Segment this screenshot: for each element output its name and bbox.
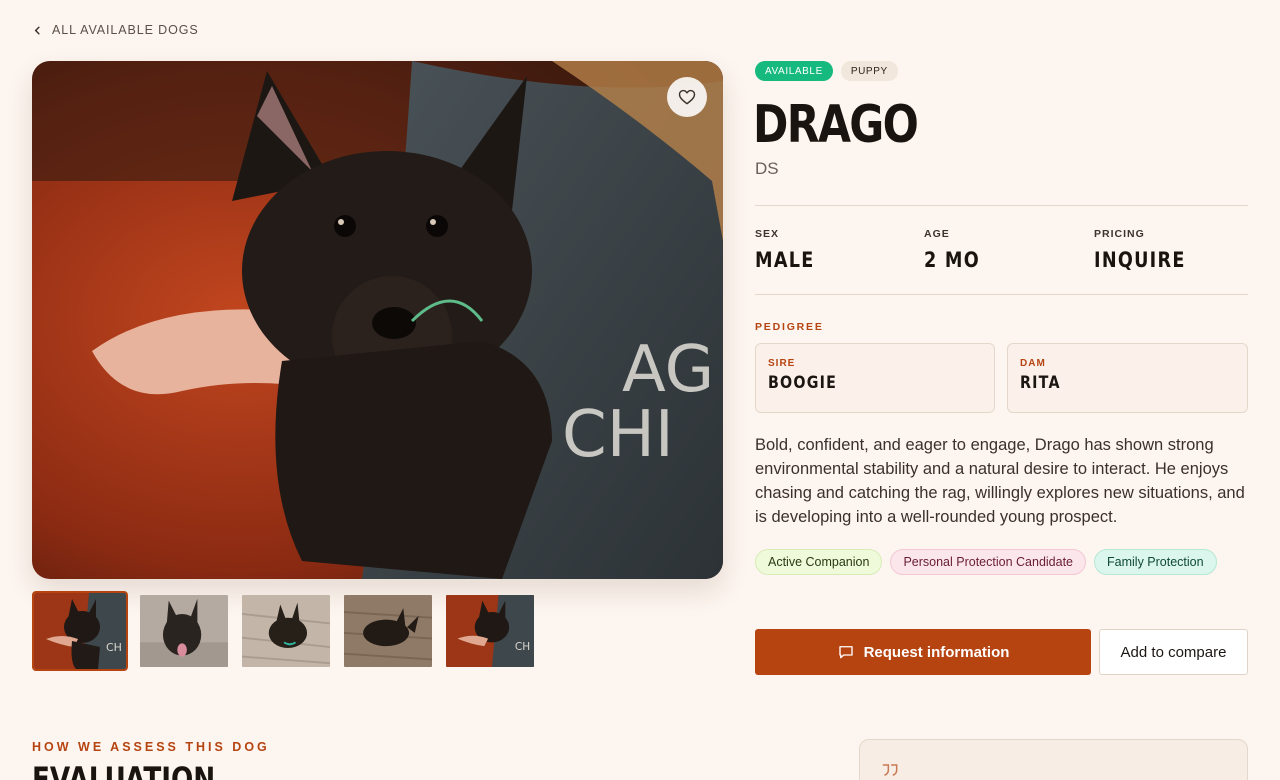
trait-tags: Active Companion Personal Protection Can… [755,549,1217,575]
main-dog-photo[interactable]: AG CHI [32,61,723,579]
svg-text:AG: AG [622,333,714,407]
favorite-button[interactable] [667,77,707,117]
svg-text:CHI: CHI [562,398,674,472]
chat-icon [838,646,853,659]
status-badges: AVAILABLE PUPPY [755,61,898,81]
dog-code: DS [755,159,779,178]
assessment-eyebrow: HOW WE ASSESS THIS DOG [32,740,270,754]
thumbnail-image [242,595,330,667]
tag-personal-protection: Personal Protection Candidate [890,549,1087,575]
dam-card: DAM RITA [1007,343,1248,413]
dog-name-title: DRAGO [753,95,919,155]
sire-label: SIRE [768,358,796,369]
evaluation-heading: EVALUATION [32,760,216,780]
thumbnail-image [140,595,228,667]
chevron-left-icon [34,26,40,34]
pedigree-heading: PEDIGREE [755,321,824,333]
svg-text:CH: CH [515,641,530,653]
sire-card: SIRE BOOGIE [755,343,995,413]
back-link-label: ALL AVAILABLE DOGS [52,23,199,37]
thumbnail-image [344,595,432,667]
thumbnail-5[interactable]: CH [444,593,536,669]
dog-description: Bold, confident, and eager to engage, Dr… [755,436,1245,526]
thumbnail-1[interactable]: CH [32,591,128,671]
thumbnail-image: CH [446,595,534,667]
back-to-all-dogs-link[interactable]: ALL AVAILABLE DOGS [32,20,199,40]
stat-value: MALE [755,248,815,272]
testimonial-card [859,739,1248,780]
add-to-compare-button[interactable]: Add to compare [1099,629,1248,675]
quote-icon [882,764,898,776]
thumbnail-4[interactable] [342,593,434,669]
available-badge: AVAILABLE [755,61,833,81]
dog-photo-image: AG CHI [32,61,723,579]
stat-pricing: PRICING INQUIRE [1094,228,1203,272]
stat-age: AGE 2 MO [924,228,991,272]
heart-icon [678,89,696,105]
dam-name: RITA [1020,373,1061,393]
stat-label: SEX [755,228,780,240]
thumbnail-2[interactable] [138,593,230,669]
stat-label: AGE [924,228,950,240]
stat-label: PRICING [1094,228,1145,240]
svg-text:CH: CH [106,641,122,654]
dam-label: DAM [1020,358,1046,369]
puppy-badge: PUPPY [840,61,898,81]
thumbnail-strip: CH CH [32,591,536,671]
stat-value: 2 MO [924,248,981,272]
tag-active-companion: Active Companion [755,549,883,575]
stat-value: INQUIRE [1094,248,1186,272]
stat-sex: SEX MALE [755,228,826,272]
thumbnail-3[interactable] [240,593,332,669]
divider [755,294,1248,295]
tag-family-protection: Family Protection [1094,549,1217,575]
divider [755,205,1248,206]
request-button-label: Request information [863,643,1010,661]
sire-name: BOOGIE [768,373,838,393]
request-information-button[interactable]: Request information [755,629,1091,675]
thumbnail-image: CH [34,593,126,669]
